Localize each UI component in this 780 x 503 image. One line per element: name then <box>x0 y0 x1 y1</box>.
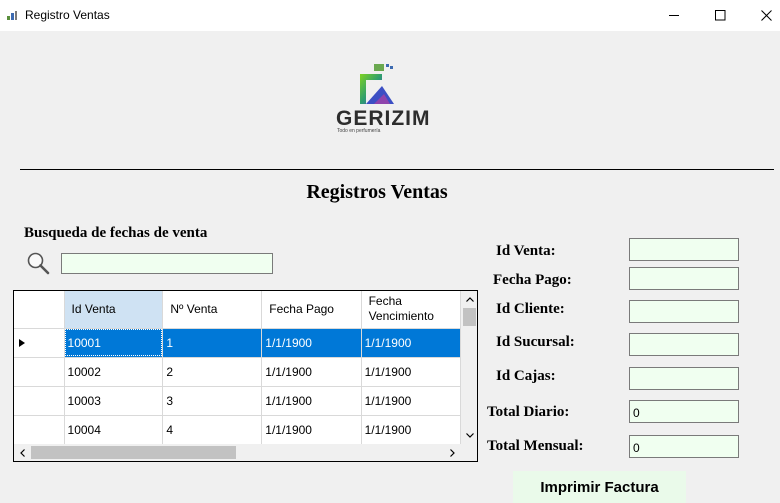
close-button[interactable] <box>743 0 780 31</box>
column-header-fecha-vencimiento[interactable]: Fecha Vencimiento <box>361 291 461 329</box>
scrollbar-corner <box>461 444 477 461</box>
row-header[interactable] <box>14 357 65 387</box>
minimize-button[interactable] <box>651 0 697 31</box>
cell-n-venta[interactable]: 1 <box>162 328 263 358</box>
cell-fecha-vencimiento[interactable]: 1/1/1900 <box>361 357 461 387</box>
horizontal-scrollbar[interactable] <box>14 444 461 461</box>
scroll-up-button[interactable] <box>461 291 477 308</box>
sales-table: Id Venta Nº Venta Fecha Pago Fecha Venci… <box>14 291 461 444</box>
search-label: Busqueda de fechas de venta <box>24 225 208 241</box>
label-id-cajas: Id Cajas: <box>496 368 556 384</box>
cell-n-venta[interactable]: 3 <box>162 386 263 416</box>
id-cliente-field[interactable] <box>629 300 739 323</box>
label-total-mensual: Total Mensual: <box>487 438 584 454</box>
column-header-id-venta[interactable]: Id Venta <box>64 291 164 329</box>
cell-fecha-vencimiento[interactable]: 1/1/1900 <box>361 328 461 358</box>
close-icon <box>760 10 772 21</box>
search-input[interactable] <box>61 253 273 274</box>
window-title: Registro Ventas <box>25 8 110 22</box>
label-id-cliente: Id Cliente: <box>496 301 565 317</box>
horizontal-scroll-thumb[interactable] <box>31 446 236 459</box>
minimize-icon <box>668 15 679 16</box>
cell-id-venta[interactable]: 10001 <box>64 328 164 358</box>
cell-fecha-pago[interactable]: 1/1/1900 <box>261 415 362 444</box>
label-fecha-pago: Fecha Pago: <box>493 272 572 288</box>
divider <box>20 169 774 170</box>
column-header-fecha-pago[interactable]: Fecha Pago <box>261 291 362 329</box>
scroll-down-button[interactable] <box>461 427 477 444</box>
chevron-down-icon <box>465 433 474 438</box>
id-cajas-field[interactable] <box>629 367 739 390</box>
sales-grid[interactable]: Id Venta Nº Venta Fecha Pago Fecha Venci… <box>13 290 478 462</box>
cell-fecha-vencimiento[interactable]: 1/1/1900 <box>361 415 461 444</box>
print-invoice-button[interactable]: Imprimir Factura <box>513 471 686 503</box>
column-header-n-venta[interactable]: Nº Venta <box>162 291 263 329</box>
page-title: Registros Ventas <box>0 181 754 204</box>
label-id-venta: Id Venta: <box>496 243 556 259</box>
row-header[interactable] <box>14 386 65 416</box>
maximize-button[interactable] <box>697 0 743 31</box>
grid-viewport: Id Venta Nº Venta Fecha Pago Fecha Venci… <box>14 291 461 444</box>
label-total-diario: Total Diario: <box>487 404 570 420</box>
table-row[interactable]: 10003 3 1/1/1900 1/1/1900 <box>14 386 461 416</box>
cell-n-venta[interactable]: 4 <box>162 415 263 444</box>
cell-id-venta[interactable]: 10004 <box>64 415 164 444</box>
cell-fecha-pago[interactable]: 1/1/1900 <box>261 357 362 387</box>
maximize-icon <box>714 10 725 21</box>
id-sucursal-field[interactable] <box>629 333 739 356</box>
table-row[interactable]: 10004 4 1/1/1900 1/1/1900 <box>14 415 461 444</box>
cell-fecha-pago[interactable]: 1/1/1900 <box>261 386 362 416</box>
total-diario-field[interactable] <box>629 400 739 423</box>
row-header[interactable] <box>14 415 65 444</box>
title-bar: Registro Ventas <box>0 0 780 31</box>
fecha-pago-field[interactable] <box>629 267 739 290</box>
magnifier-icon[interactable] <box>26 251 50 275</box>
app-icon <box>7 11 17 20</box>
page-title-text: Registros Ventas <box>306 181 448 203</box>
chevron-up-icon <box>465 297 474 302</box>
logo-tagline: Todo en perfumería <box>337 128 381 134</box>
scroll-left-button[interactable] <box>14 444 31 461</box>
cell-id-venta[interactable]: 10003 <box>64 386 164 416</box>
header-row: Id Venta Nº Venta Fecha Pago Fecha Venci… <box>14 291 461 329</box>
cell-n-venta[interactable]: 2 <box>162 357 263 387</box>
total-mensual-field[interactable] <box>629 435 739 458</box>
row-header-corner <box>14 291 65 329</box>
id-venta-field[interactable] <box>629 238 739 261</box>
vertical-scroll-thumb[interactable] <box>463 308 476 326</box>
chevron-right-icon <box>450 448 455 457</box>
table-row[interactable]: 10002 2 1/1/1900 1/1/1900 <box>14 357 461 387</box>
chevron-left-icon <box>20 448 25 457</box>
cell-id-venta[interactable]: 10002 <box>64 357 164 387</box>
table-row[interactable]: 10001 1 1/1/1900 1/1/1900 <box>14 328 461 358</box>
scroll-right-button[interactable] <box>444 444 461 461</box>
cell-fecha-vencimiento[interactable]: 1/1/1900 <box>361 386 461 416</box>
row-header[interactable] <box>14 328 65 358</box>
vertical-scrollbar[interactable] <box>461 291 477 444</box>
row-selector-icon <box>19 338 25 347</box>
label-id-sucursal: Id Sucursal: <box>496 334 575 350</box>
cell-fecha-pago[interactable]: 1/1/1900 <box>261 328 362 358</box>
